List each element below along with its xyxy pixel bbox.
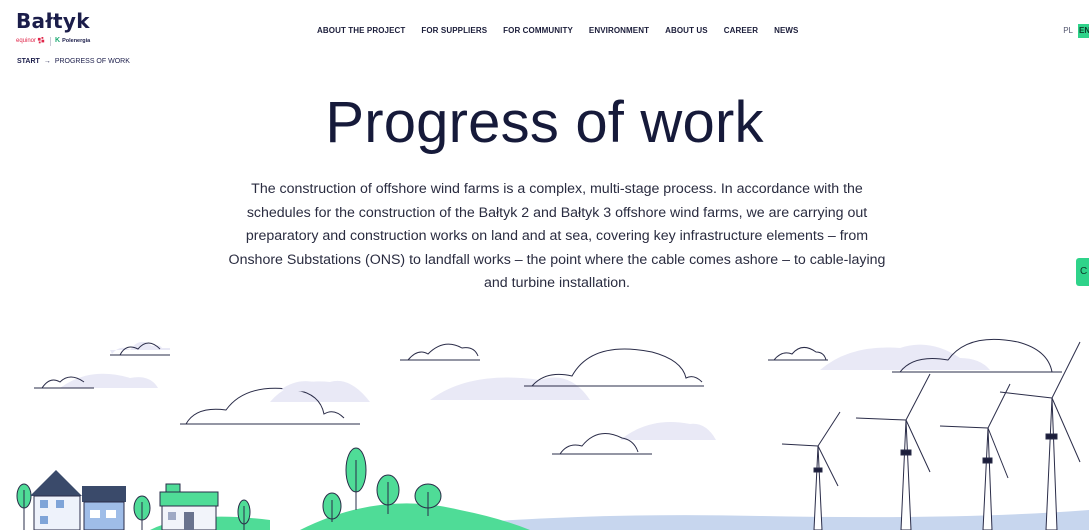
breadcrumb-start[interactable]: START — [17, 58, 40, 65]
cloud-icon — [430, 348, 704, 400]
lang-pl[interactable]: PL — [1063, 24, 1073, 38]
arrow-right-icon: → — [43, 58, 51, 65]
site-header: Bałtyk equinor K Polenergia ABOUT THE PR… — [0, 0, 1089, 70]
house-icon — [159, 483, 219, 530]
house-icon — [30, 470, 126, 530]
cloud-icon — [180, 380, 370, 425]
cloud-icon — [400, 343, 480, 361]
nav-career[interactable]: CAREER — [724, 26, 758, 36]
breadcrumb: START → PROGRESS OF WORK — [17, 58, 130, 65]
logo[interactable]: Bałtyk equinor K Polenergia — [16, 10, 106, 46]
side-contact-tab[interactable]: C — [1076, 258, 1089, 286]
wind-turbine-icon — [855, 373, 931, 530]
nav-news[interactable]: NEWS — [774, 26, 798, 36]
wind-turbine-icon — [939, 383, 1011, 530]
cloud-icon — [110, 341, 170, 356]
logo-divider — [50, 36, 52, 46]
polenergia-label: Polenergia — [62, 38, 91, 44]
lang-en[interactable]: EN — [1078, 24, 1089, 38]
cloud-icon — [768, 347, 828, 361]
equinor-star-icon — [37, 36, 45, 43]
wind-turbine-icon — [781, 411, 841, 530]
breadcrumb-current: PROGRESS OF WORK — [54, 58, 130, 65]
cloud-icon — [820, 338, 1062, 373]
polenergia-mark-icon: K — [55, 37, 61, 44]
cloud-icon — [552, 422, 716, 455]
wind-turbine-icon — [999, 341, 1081, 530]
nav-for-suppliers[interactable]: FOR SUPPLIERS — [421, 26, 487, 36]
intro-paragraph: The construction of offshore wind farms … — [228, 181, 886, 292]
nav-for-community[interactable]: FOR COMMUNITY — [503, 26, 573, 36]
logo-partners: equinor K Polenergia — [16, 36, 106, 46]
cloud-icon — [34, 373, 158, 389]
nav-about-the-project[interactable]: ABOUT THE PROJECT — [317, 26, 405, 36]
nav-about-us[interactable]: ABOUT US — [665, 26, 708, 36]
landscape-illustration — [16, 338, 1089, 530]
equinor-label: equinor — [16, 38, 37, 44]
language-switcher: PL EN — [1063, 24, 1089, 38]
nav-environment[interactable]: ENVIRONMENT — [589, 26, 649, 36]
main-nav: ABOUT THE PROJECT FOR SUPPLIERS FOR COMM… — [317, 26, 814, 36]
side-tab-label: C — [1080, 266, 1088, 277]
page-title: Progress of work — [325, 90, 764, 155]
logo-wordmark: Bałtyk — [16, 9, 90, 33]
